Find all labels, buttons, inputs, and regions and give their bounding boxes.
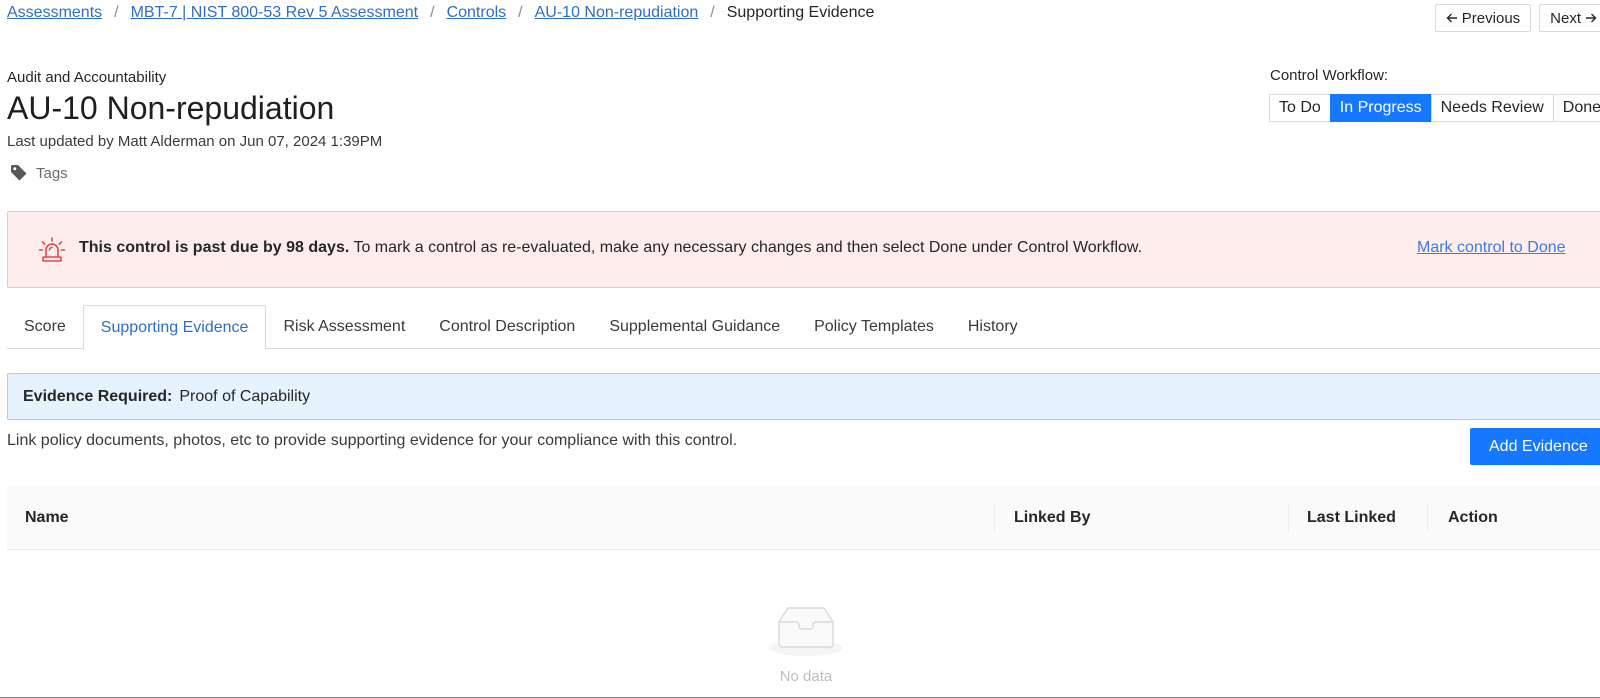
column-header-linked-by[interactable]: Linked By xyxy=(1014,486,1090,550)
tab-bar: Score Supporting Evidence Risk Assessmen… xyxy=(7,305,1600,350)
breadcrumb-link-control[interactable]: AU-10 Non-repudiation xyxy=(535,4,699,22)
alert-message-bold: This control is past due by 98 days. xyxy=(79,239,350,256)
evidence-required-banner: Evidence Required: Proof of Capability xyxy=(7,373,1600,420)
breadcrumb-separator: / xyxy=(114,4,119,21)
alert-message: This control is past due by 98 days. To … xyxy=(79,239,1142,257)
column-header-last-linked[interactable]: Last Linked xyxy=(1307,486,1396,550)
empty-state-text: No data xyxy=(779,668,833,685)
evidence-table-header: Name Linked By Last Linked Action xyxy=(7,486,1600,550)
breadcrumb-separator: / xyxy=(430,4,435,21)
column-header-name[interactable]: Name xyxy=(25,486,69,550)
breadcrumb-link-assessment[interactable]: MBT-7 | NIST 800-53 Rev 5 Assessment xyxy=(131,4,419,22)
column-divider xyxy=(994,504,995,532)
breadcrumb-separator: / xyxy=(518,4,523,21)
previous-label: Previous xyxy=(1461,9,1521,27)
tab-supplemental-guidance[interactable]: Supplemental Guidance xyxy=(592,305,797,349)
workflow-label: Control Workflow: xyxy=(1270,67,1389,84)
tab-policy-templates[interactable]: Policy Templates xyxy=(797,305,951,349)
breadcrumb-link-controls[interactable]: Controls xyxy=(447,4,507,22)
workflow-option-todo[interactable]: To Do xyxy=(1269,94,1331,122)
next-label: Next xyxy=(1550,9,1581,27)
column-divider xyxy=(1288,504,1289,532)
next-button[interactable]: Next xyxy=(1539,4,1600,32)
page-title: AU-10 Non-repudiation xyxy=(7,90,335,126)
tab-control-description[interactable]: Control Description xyxy=(422,305,592,349)
tab-score[interactable]: Score xyxy=(7,305,83,349)
past-due-alert: This control is past due by 98 days. To … xyxy=(7,211,1600,288)
previous-button[interactable]: Previous xyxy=(1434,4,1532,32)
column-divider xyxy=(1427,504,1428,532)
workflow-segmented-control: To Do In Progress Needs Review Done xyxy=(1269,94,1600,122)
breadcrumb-current: Supporting Evidence xyxy=(726,4,875,21)
last-updated: Last updated by Matt Alderman on Jun 07,… xyxy=(7,133,383,150)
empty-inbox-icon xyxy=(769,607,843,656)
pager: Previous Next xyxy=(1434,4,1600,32)
alarm-siren-icon xyxy=(38,237,66,262)
tags-label: Tags xyxy=(36,164,68,182)
column-header-action[interactable]: Action xyxy=(1448,486,1498,550)
tag-icon xyxy=(11,165,27,181)
alert-message-text: To mark a control as re-evaluated, make … xyxy=(353,239,1143,256)
workflow-option-in-progress[interactable]: In Progress xyxy=(1329,94,1432,122)
tags-button[interactable]: Tags xyxy=(10,164,68,182)
breadcrumb-link-assessments[interactable]: Assessments xyxy=(7,4,102,22)
mark-done-link[interactable]: Mark control to Done xyxy=(1417,239,1566,257)
arrow-left-icon xyxy=(1446,13,1457,23)
breadcrumb-separator: / xyxy=(710,4,715,21)
tab-supporting-evidence[interactable]: Supporting Evidence xyxy=(82,305,267,350)
evidence-required-value: Proof of Capability xyxy=(179,387,311,405)
empty-state: No data xyxy=(760,602,852,685)
evidence-required-label: Evidence Required: xyxy=(23,387,173,405)
workflow-option-done[interactable]: Done xyxy=(1552,94,1600,122)
breadcrumb: Assessments / MBT-7 | NIST 800-53 Rev 5 … xyxy=(7,4,874,22)
tab-history[interactable]: History xyxy=(951,305,1035,349)
evidence-description: Link policy documents, photos, etc to pr… xyxy=(7,432,738,449)
arrow-right-icon xyxy=(1586,13,1597,23)
add-evidence-button[interactable]: Add Evidence xyxy=(1470,428,1600,465)
tab-risk-assessment[interactable]: Risk Assessment xyxy=(266,305,422,349)
control-family: Audit and Accountability xyxy=(7,69,167,86)
workflow-option-needs-review[interactable]: Needs Review xyxy=(1430,94,1554,122)
